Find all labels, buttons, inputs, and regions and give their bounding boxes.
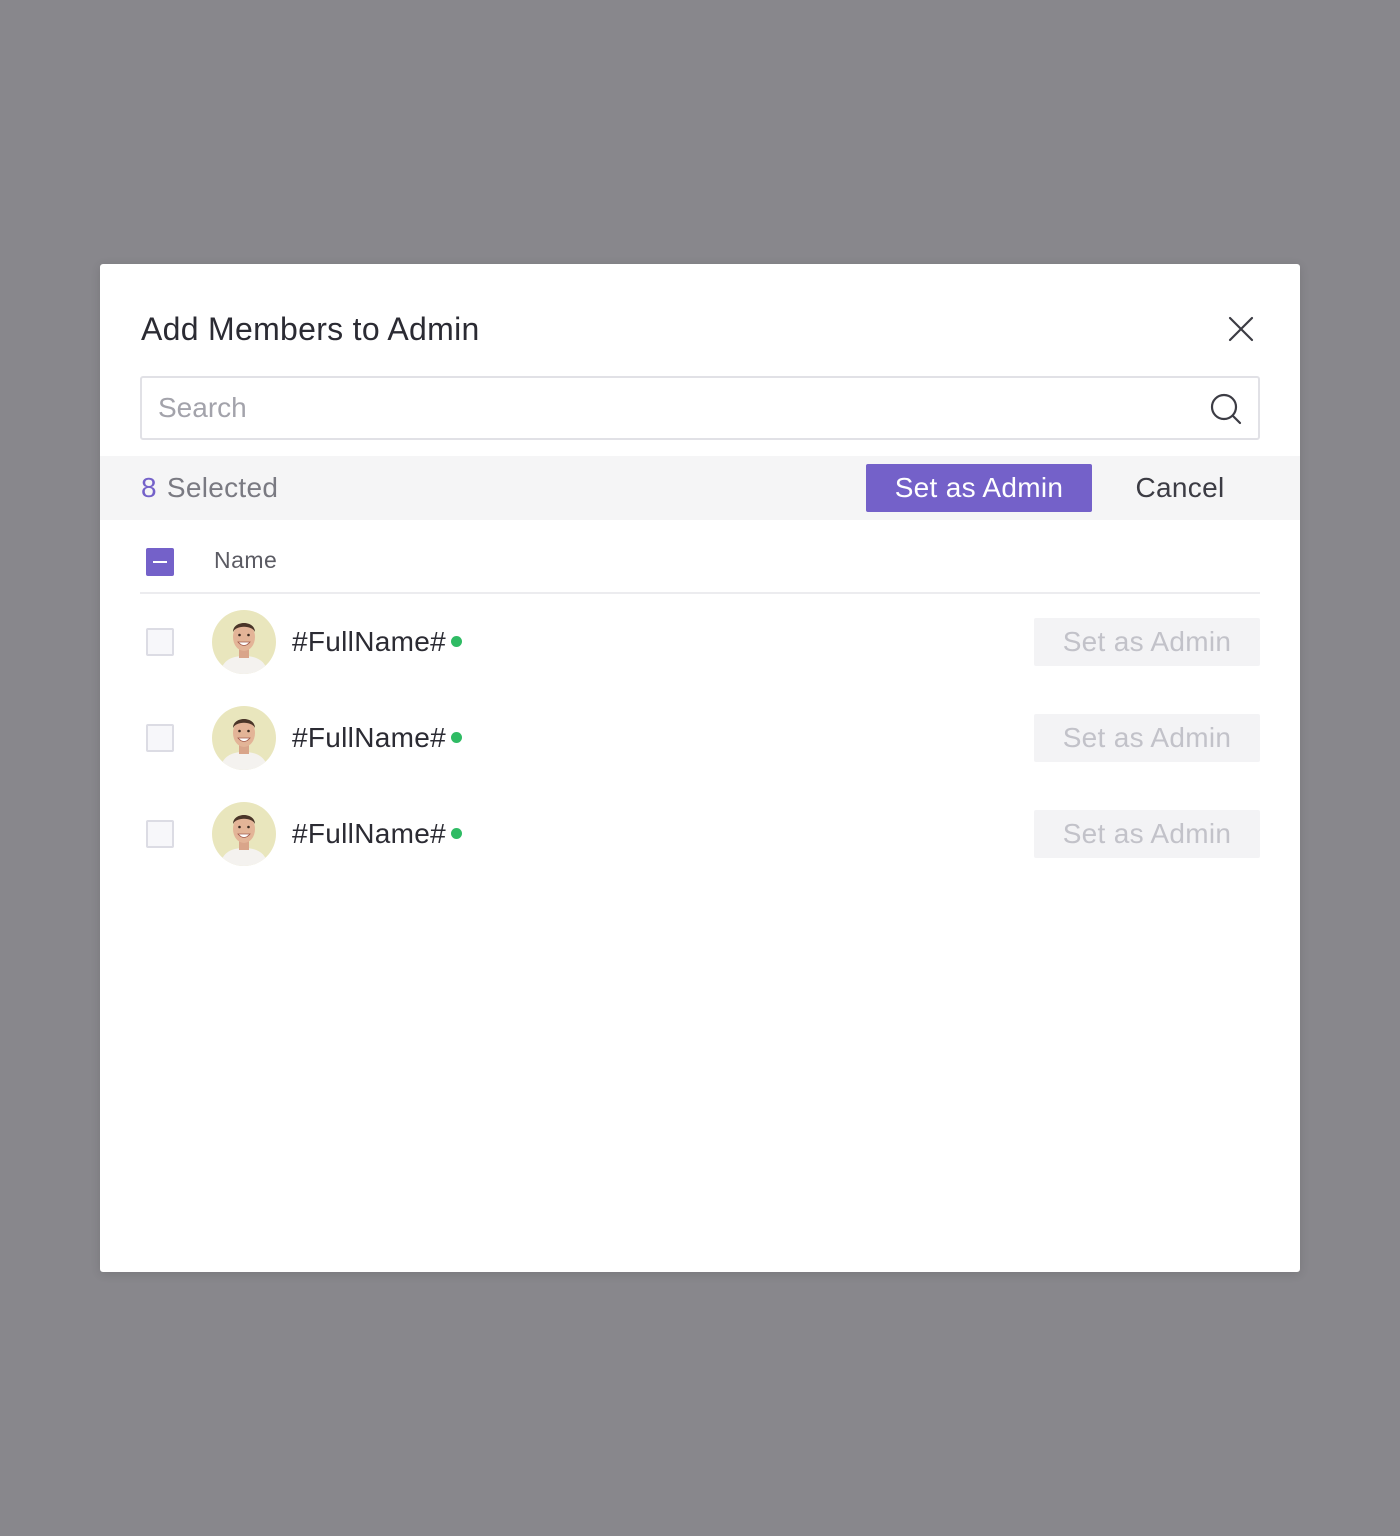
avatar-portrait-icon	[212, 610, 276, 674]
member-checkbox[interactable]	[146, 628, 174, 656]
avatar	[212, 706, 276, 770]
online-status-icon	[450, 732, 462, 744]
set-as-admin-button[interactable]: Set as Admin	[866, 464, 1092, 512]
row-set-as-admin-button[interactable]: Set as Admin	[1034, 714, 1260, 762]
selected-count-label: Selected	[166, 472, 279, 503]
member-row: #FullName# Set as Admin	[140, 802, 1260, 866]
column-header-name: Name	[214, 547, 278, 573]
avatar	[212, 610, 276, 674]
member-name-text: #FullName#	[292, 626, 446, 657]
search-icon[interactable]	[1208, 391, 1244, 427]
selection-bar: 8 Selected Set as Admin Cancel	[100, 456, 1300, 520]
member-name: #FullName#	[292, 706, 462, 770]
avatar-portrait-icon	[212, 706, 276, 770]
avatar	[212, 802, 276, 866]
add-members-dialog: Add Members to Admin 8 Selected Set as Ad…	[100, 264, 1300, 1272]
close-button[interactable]	[1222, 310, 1260, 348]
cancel-button[interactable]: Cancel	[1122, 464, 1238, 512]
selected-count-number: 8	[141, 472, 157, 503]
member-name-text: #FullName#	[292, 818, 446, 849]
member-row: #FullName# Set as Admin	[140, 610, 1260, 674]
online-status-icon	[450, 828, 462, 840]
member-row: #FullName# Set as Admin	[140, 706, 1260, 770]
member-name: #FullName#	[292, 802, 462, 866]
close-icon	[1228, 316, 1254, 342]
avatar-portrait-icon	[212, 802, 276, 866]
selected-count: 8 Selected	[141, 456, 278, 520]
online-status-icon	[450, 636, 462, 648]
row-set-as-admin-button[interactable]: Set as Admin	[1034, 810, 1260, 858]
search-field	[140, 376, 1260, 440]
indeterminate-dash-icon	[153, 561, 167, 563]
dialog-title: Add Members to Admin	[141, 311, 480, 347]
select-all-checkbox[interactable]	[146, 548, 174, 576]
member-name-text: #FullName#	[292, 722, 446, 753]
table-header: Name	[140, 520, 1260, 594]
member-checkbox[interactable]	[146, 820, 174, 848]
search-input[interactable]	[142, 378, 1198, 438]
member-checkbox[interactable]	[146, 724, 174, 752]
row-set-as-admin-button[interactable]: Set as Admin	[1034, 618, 1260, 666]
member-name: #FullName#	[292, 610, 462, 674]
